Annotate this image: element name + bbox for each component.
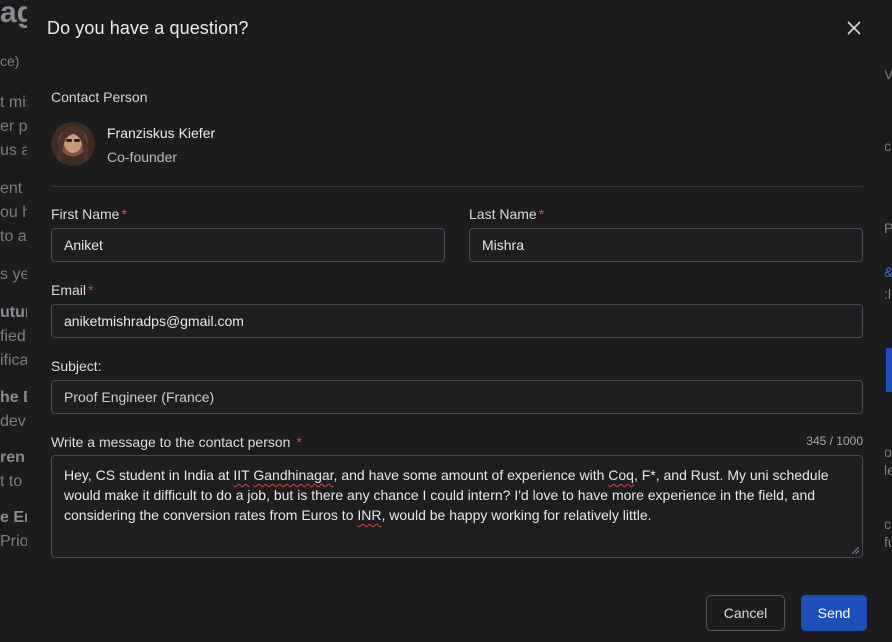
first-name-label-text: First Name: [51, 206, 120, 222]
close-icon: [847, 21, 861, 35]
bg-fragment: agi: [0, 0, 30, 29]
bg-fragment: le: [884, 462, 892, 478]
bg-fragment: t to: [0, 473, 23, 490]
message-text: , would be happy working for relatively …: [381, 507, 652, 523]
bg-fragment: dev: [0, 413, 26, 430]
background-right-content: V c P & :l ou le cla fu: [884, 0, 892, 642]
spellcheck-word: Gandhinagar: [253, 467, 334, 483]
spellcheck-word: INR: [357, 507, 382, 523]
bg-fragment: ent in: [0, 180, 30, 197]
bg-fragment: ren: [0, 449, 25, 466]
subject-label: Subject:: [51, 358, 102, 374]
resize-handle-icon[interactable]: [850, 545, 860, 555]
bg-fragment: :l: [884, 286, 891, 302]
last-name-field[interactable]: Mishra: [469, 228, 863, 262]
last-name-label-text: Last Name: [469, 206, 537, 222]
message-label-text: Write a message to the contact person: [51, 434, 291, 450]
contact-person-label: Contact Person: [51, 89, 148, 105]
message-text: , and have some amount of experience wit…: [333, 467, 609, 483]
bg-fragment: e En: [0, 509, 30, 526]
bg-fragment: cla: [884, 516, 892, 532]
required-marker: *: [121, 206, 127, 222]
background-left-content: agi ce) t mis er pl us ac ent in ou h to…: [0, 0, 30, 642]
contact-name: Franziskus Kiefer: [107, 125, 216, 141]
bg-fragment: t mis: [0, 94, 30, 111]
bg-fragment: &: [884, 264, 892, 280]
bg-fragment: fied: [0, 328, 26, 345]
character-counter: 345 / 1000: [806, 434, 863, 448]
contact-role: Co-founder: [107, 149, 178, 165]
subject-field[interactable]: Proof Engineer (France): [51, 380, 863, 414]
background-blue-element: [886, 348, 892, 392]
bg-fragment: utur: [0, 304, 30, 321]
divider: [51, 186, 863, 187]
email-label: Email *: [51, 282, 93, 298]
required-marker: *: [88, 282, 94, 298]
avatar: [51, 122, 95, 166]
required-marker: *: [296, 434, 302, 450]
cancel-button[interactable]: Cancel: [706, 595, 785, 631]
bg-fragment: fu: [884, 534, 892, 550]
email-field[interactable]: aniketmishradps@gmail.com: [51, 304, 863, 338]
bg-fragment: to ap: [0, 228, 30, 245]
bg-fragment: he B: [0, 389, 30, 406]
spellcheck-word: IIT: [233, 467, 250, 483]
first-name-field[interactable]: Aniket: [51, 228, 445, 262]
spellcheck-word: Coq: [608, 467, 634, 483]
bg-fragment: V: [884, 66, 892, 82]
bg-fragment: ou: [884, 444, 892, 460]
bg-fragment: us ac: [0, 142, 30, 159]
first-name-label: First Name *: [51, 206, 127, 222]
bg-fragment: ou h: [0, 204, 30, 221]
send-button[interactable]: Send: [801, 595, 867, 631]
email-label-text: Email: [51, 282, 87, 298]
bg-fragment: Prio: [0, 533, 29, 550]
message-text: Hey, CS student in India at: [64, 467, 234, 483]
last-name-label: Last Name *: [469, 206, 544, 222]
bg-fragment: P: [884, 220, 892, 236]
bg-fragment: ce): [0, 53, 20, 69]
bg-fragment: er pl: [0, 118, 30, 135]
bg-fragment: c: [884, 138, 891, 154]
bg-fragment: s ye: [0, 266, 30, 283]
close-button[interactable]: [842, 16, 866, 40]
bg-fragment: ifica: [0, 352, 29, 369]
contact-dialog: Do you have a question? Contact Person F…: [27, 0, 885, 642]
message-label: Write a message to the contact person *: [51, 434, 302, 450]
required-marker: *: [538, 206, 545, 222]
message-textarea[interactable]: Hey, CS student in India at IIT Gandhina…: [51, 455, 863, 558]
dialog-title: Do you have a question?: [47, 18, 249, 38]
